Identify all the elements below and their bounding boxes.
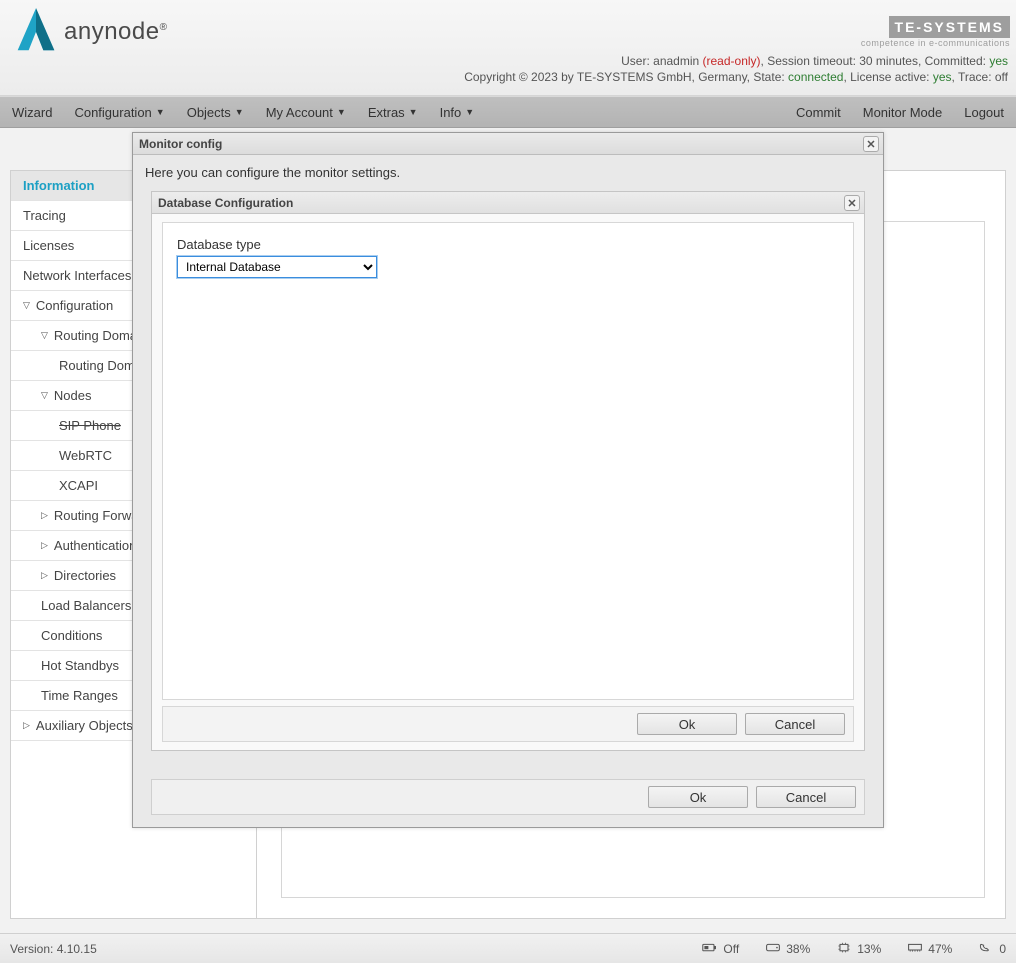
brand: anynode® — [14, 6, 167, 59]
cancel-button[interactable]: Cancel — [745, 713, 845, 735]
modal-title-bar: Monitor config ✕ — [133, 133, 883, 155]
menu-monitor-mode[interactable]: Monitor Mode — [863, 105, 942, 120]
cpu-icon — [836, 942, 852, 956]
status-line-1: User: anadmin (read-only), Session timeo… — [0, 54, 1016, 70]
footer-mem[interactable]: 47% — [907, 942, 952, 956]
database-type-select[interactable]: Internal Database — [177, 256, 377, 278]
database-type-label: Database type — [177, 237, 839, 252]
inner-title-bar: Database Configuration ✕ — [152, 192, 864, 214]
sidebar-item-label: SIP Phone — [59, 418, 121, 433]
chevron-down-icon: ▼ — [409, 107, 418, 117]
chevron-down-icon: ▼ — [465, 107, 474, 117]
sidebar-item-label: Nodes — [54, 388, 92, 403]
modal-title: Monitor config — [139, 137, 222, 151]
footer-power[interactable]: Off — [702, 942, 739, 956]
cancel-button[interactable]: Cancel — [756, 786, 856, 808]
inner-body: Database type Internal Database — [162, 222, 854, 700]
footer-disk[interactable]: 38% — [765, 942, 810, 956]
tree-toggle-icon: ▷ — [41, 570, 48, 581]
monitor-config-modal: Monitor config ✕ Here you can configure … — [132, 132, 884, 828]
sidebar-item-label: Conditions — [41, 628, 102, 643]
footer: Version: 4.10.15 Off 38% 13% 47% 0 — [0, 933, 1016, 963]
outer-button-row: Ok Cancel — [151, 779, 865, 815]
disk-icon — [765, 942, 781, 956]
sidebar-item-label: Information — [23, 178, 95, 193]
brand-name: anynode® — [64, 18, 167, 46]
chevron-down-icon: ▼ — [235, 107, 244, 117]
sidebar-item-label: Licenses — [23, 238, 74, 253]
inner-button-row: Ok Cancel — [162, 706, 854, 742]
menu-configuration[interactable]: Configuration▼ — [74, 105, 164, 120]
sidebar-item-label: WebRTC — [59, 448, 112, 463]
menu-my-account[interactable]: My Account▼ — [266, 105, 346, 120]
sidebar-item-label: Network Interfaces — [23, 268, 131, 283]
sidebar-item-label: Load Balancers — [41, 598, 131, 613]
menu-objects[interactable]: Objects▼ — [187, 105, 244, 120]
tree-toggle-icon: ▷ — [41, 510, 48, 521]
tree-toggle-icon: ▽ — [41, 390, 48, 401]
te-systems-logo: TE-SYSTEMS competence in e-communication… — [861, 16, 1010, 48]
tree-toggle-icon: ▽ — [41, 330, 48, 341]
menu-commit[interactable]: Commit — [796, 105, 841, 120]
sidebar-item-label: Tracing — [23, 208, 66, 223]
close-icon[interactable]: ✕ — [863, 136, 879, 152]
ok-button[interactable]: Ok — [637, 713, 737, 735]
database-config-panel: Database Configuration ✕ Database type I… — [151, 191, 865, 751]
anynode-logo-icon — [14, 6, 58, 59]
sidebar-item-label: Time Ranges — [41, 688, 118, 703]
chevron-down-icon: ▼ — [337, 107, 346, 117]
sidebar-item-label: Directories — [54, 568, 116, 583]
sidebar-item-label: Configuration — [36, 298, 113, 313]
modal-hint: Here you can configure the monitor setti… — [145, 165, 871, 180]
menu-extras[interactable]: Extras▼ — [368, 105, 418, 120]
phone-icon — [978, 942, 994, 956]
tree-toggle-icon: ▽ — [23, 300, 30, 311]
menu-wizard[interactable]: Wizard — [12, 105, 52, 120]
status-line-2: Copyright © 2023 by TE-SYSTEMS GmbH, Ger… — [0, 70, 1016, 86]
battery-icon — [702, 942, 718, 956]
menu-logout[interactable]: Logout — [964, 105, 1004, 120]
tree-toggle-icon: ▷ — [41, 540, 48, 551]
sidebar-item-label: XCAPI — [59, 478, 98, 493]
close-icon[interactable]: ✕ — [844, 195, 860, 211]
menu-bar: Wizard Configuration▼ Objects▼ My Accoun… — [0, 96, 1016, 128]
menu-info[interactable]: Info▼ — [440, 105, 475, 120]
top-bar: anynode® TE-SYSTEMS competence in e-comm… — [0, 0, 1016, 96]
inner-title: Database Configuration — [158, 196, 293, 210]
version-label: Version: 4.10.15 — [10, 942, 97, 956]
sidebar-item-label: Hot Standbys — [41, 658, 119, 673]
sidebar-item-label: Auxiliary Objects — [36, 718, 133, 733]
footer-calls[interactable]: 0 — [978, 942, 1006, 956]
memory-icon — [907, 942, 923, 956]
ok-button[interactable]: Ok — [648, 786, 748, 808]
tree-toggle-icon: ▷ — [23, 720, 30, 731]
chevron-down-icon: ▼ — [156, 107, 165, 117]
footer-cpu[interactable]: 13% — [836, 942, 881, 956]
